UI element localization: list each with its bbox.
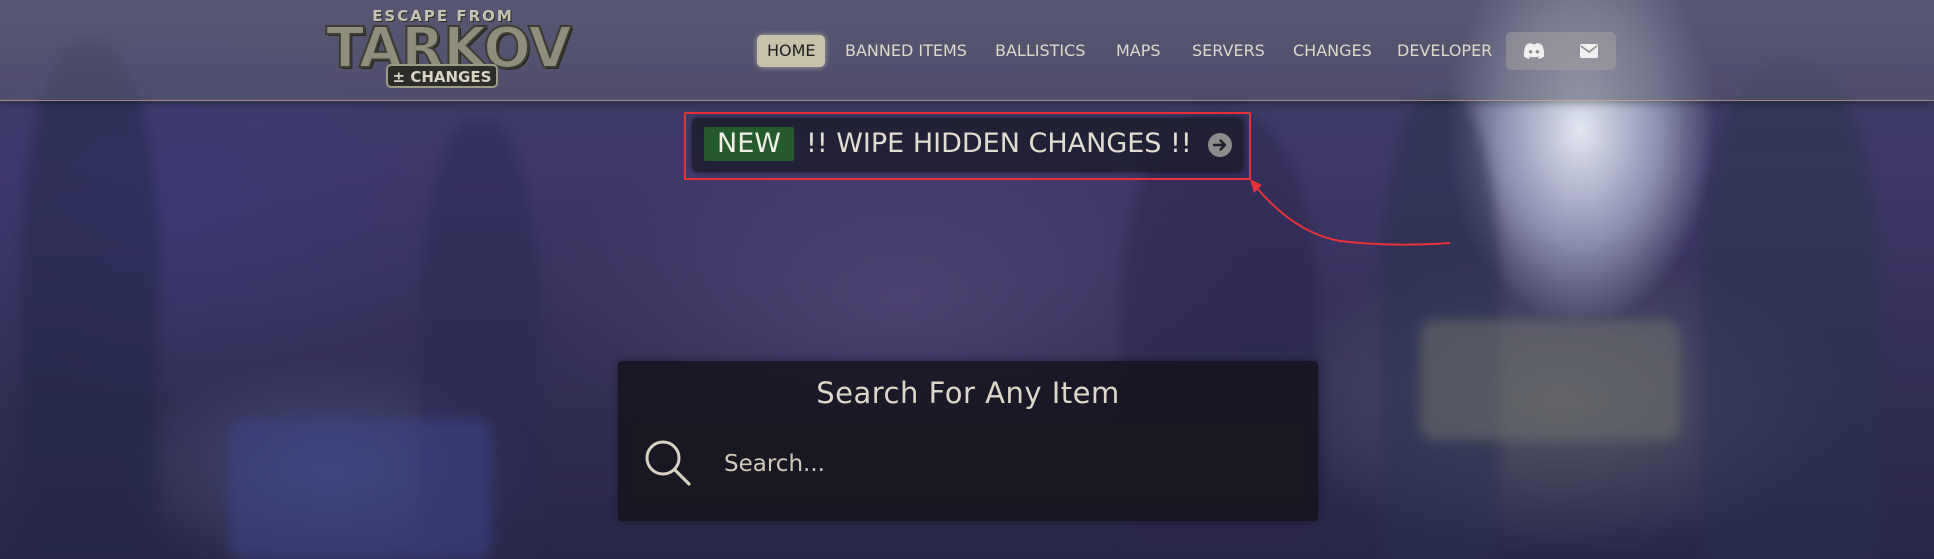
search-input[interactable] — [722, 438, 1286, 490]
background-tree — [1700, 60, 1880, 559]
announcement-banner[interactable]: NEW !! WIPE HIDDEN CHANGES !! — [692, 118, 1243, 172]
arrow-right-circle-icon[interactable] — [1208, 133, 1232, 157]
nav-item-home[interactable]: HOME — [757, 35, 825, 67]
nav-item-ballistics[interactable]: BALLISTICS — [995, 35, 1085, 67]
background-tree — [20, 40, 160, 559]
search-icon — [645, 440, 691, 486]
envelope-icon — [1579, 44, 1598, 58]
nav-item-banned-items[interactable]: BANNED ITEMS — [845, 35, 967, 67]
site-header: ESCAPE FROM TARKOV ± CHANGES HOME BANNED… — [0, 0, 1934, 101]
background-van — [230, 420, 490, 559]
nav-item-servers[interactable]: SERVERS — [1192, 35, 1265, 67]
announcement-text: !! WIPE HIDDEN CHANGES !! — [806, 128, 1192, 159]
background-vehicle — [1420, 320, 1680, 440]
page-background: ESCAPE FROM TARKOV ± CHANGES HOME BANNED… — [0, 0, 1934, 559]
nav-item-developer[interactable]: DEVELOPER — [1397, 35, 1492, 67]
search-panel: Search For Any Item — [618, 361, 1318, 521]
nav-item-maps[interactable]: MAPS — [1116, 35, 1161, 67]
site-logo[interactable]: ESCAPE FROM TARKOV ± CHANGES — [325, 8, 573, 92]
new-badge: NEW — [704, 127, 794, 161]
email-button[interactable] — [1561, 32, 1616, 70]
social-links — [1506, 32, 1616, 70]
discord-icon — [1523, 43, 1544, 59]
logo-badge: ± CHANGES — [386, 64, 498, 88]
search-box[interactable] — [632, 423, 1304, 503]
search-title: Search For Any Item — [816, 376, 1120, 410]
annotation-arrow — [1250, 179, 1451, 246]
discord-button[interactable] — [1506, 32, 1561, 70]
nav-item-changes[interactable]: CHANGES — [1293, 35, 1372, 67]
